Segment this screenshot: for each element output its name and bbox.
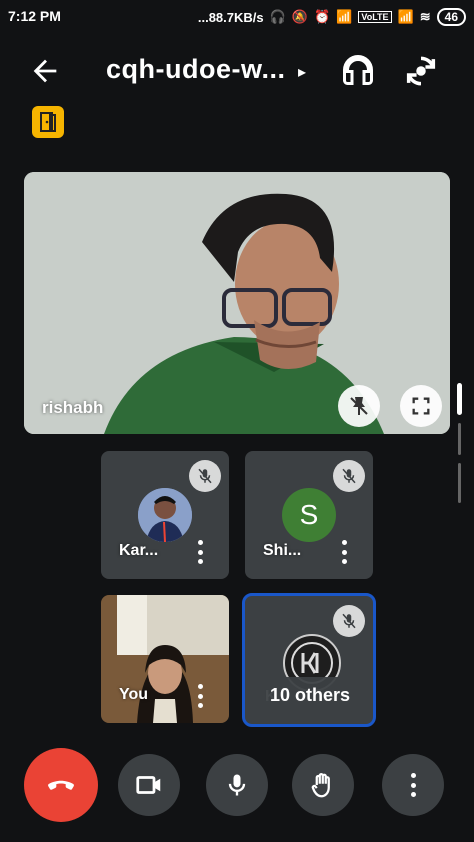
more-options-icon[interactable]	[340, 540, 348, 564]
main-participant-tile[interactable]: rishabh	[24, 172, 450, 434]
fullscreen-icon	[412, 397, 430, 415]
participant-name: rishabh	[42, 398, 104, 417]
video-camera-icon	[136, 776, 161, 794]
back-button[interactable]	[28, 54, 68, 90]
hand-icon	[311, 773, 330, 798]
self-view-tile[interactable]: You	[101, 595, 229, 723]
meeting-code-title[interactable]: cqh-udoe-w...	[106, 54, 285, 85]
mic-toggle-button[interactable]	[206, 754, 268, 816]
signal-icon-2: 📶	[397, 9, 414, 24]
others-count-pill: 10 others	[258, 677, 362, 713]
microphone-icon	[228, 774, 246, 796]
muted-mic-icon	[333, 460, 365, 492]
switch-camera-button[interactable]	[402, 52, 442, 92]
participant-name: Kar...	[119, 542, 159, 559]
unpin-icon	[350, 397, 368, 415]
headset-icon: 🎧	[269, 9, 286, 24]
alarm-icon: ⏰	[314, 9, 331, 24]
more-options-icon[interactable]	[196, 540, 204, 564]
audio-output-button[interactable]	[340, 52, 378, 90]
hang-up-icon	[48, 780, 74, 790]
avatar: S	[282, 488, 336, 542]
scrollbar[interactable]	[457, 383, 462, 503]
participant-name: Shi...	[263, 542, 302, 559]
participant-tile[interactable]: Kar...	[101, 451, 229, 579]
status-bar: 7:12 PM ...88.7KB/s 🎧 🔕 ⏰ 📶 VoLTE 📶 ≋ 46	[0, 0, 474, 34]
camera-toggle-button[interactable]	[118, 754, 180, 816]
headphones-icon	[343, 54, 373, 85]
wifi-icon: ≋	[419, 9, 431, 24]
muted-mic-icon	[333, 605, 365, 637]
participant-name: You	[119, 686, 149, 703]
volte-badge: VoLTE	[358, 11, 392, 23]
dnd-icon: 🔕	[291, 9, 308, 24]
participant-tile[interactable]: S Shi...	[245, 451, 373, 579]
more-options-button[interactable]	[382, 754, 444, 816]
end-call-button[interactable]	[24, 748, 98, 822]
raise-hand-button[interactable]	[292, 754, 354, 816]
signal-icon: 📶	[336, 9, 353, 24]
more-options-icon[interactable]	[196, 684, 204, 708]
status-time: 7:12 PM	[8, 8, 61, 24]
network-speed: ...88.7KB/s	[197, 9, 264, 25]
pin-button[interactable]	[338, 385, 380, 427]
muted-mic-icon	[189, 460, 221, 492]
participant-video	[24, 172, 450, 434]
avatar	[138, 488, 192, 542]
switch-camera-icon	[406, 56, 436, 86]
meeting-header: cqh-udoe-w... ▸	[0, 40, 474, 100]
battery-indicator: 46	[436, 8, 466, 26]
more-vertical-icon	[409, 773, 417, 797]
fullscreen-button[interactable]	[400, 385, 442, 427]
back-arrow-icon	[33, 59, 57, 83]
door-icon[interactable]	[32, 106, 64, 138]
caret-right-icon[interactable]: ▸	[298, 62, 306, 82]
status-icons: ...88.7KB/s 🎧 🔕 ⏰ 📶 VoLTE 📶 ≋ 46	[198, 8, 466, 26]
